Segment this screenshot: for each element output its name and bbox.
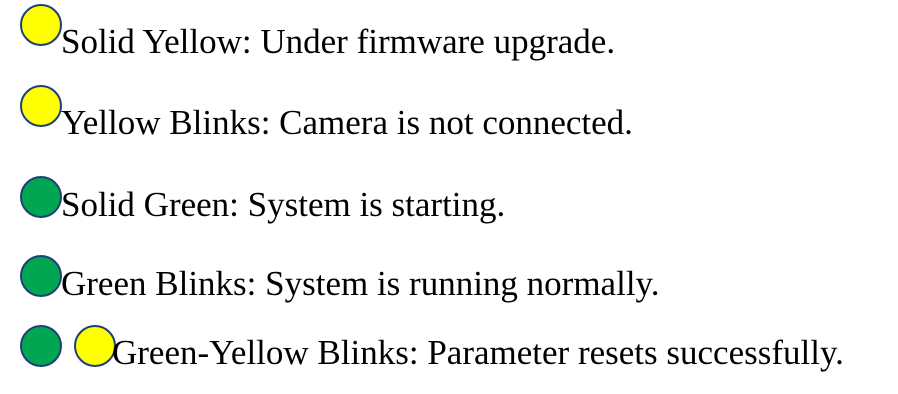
green-led-icon: [20, 176, 62, 218]
legend-item-text: Solid Green: System is starting.: [61, 185, 506, 224]
legend-item-text: Solid Yellow: Under firmware upgrade.: [61, 22, 616, 61]
legend-item-text: Green-Yellow Blinks: Parameter resets su…: [112, 333, 844, 372]
legend-item-text: Green Blinks: System is running normally…: [61, 264, 660, 303]
legend-item-text: Yellow Blinks: Camera is not connected.: [61, 103, 633, 142]
yellow-led-icon: [20, 4, 62, 46]
green-led-icon: [20, 255, 62, 297]
yellow-led-icon: [20, 85, 62, 127]
yellow-led-icon: [74, 325, 116, 367]
green-led-icon: [20, 325, 62, 367]
